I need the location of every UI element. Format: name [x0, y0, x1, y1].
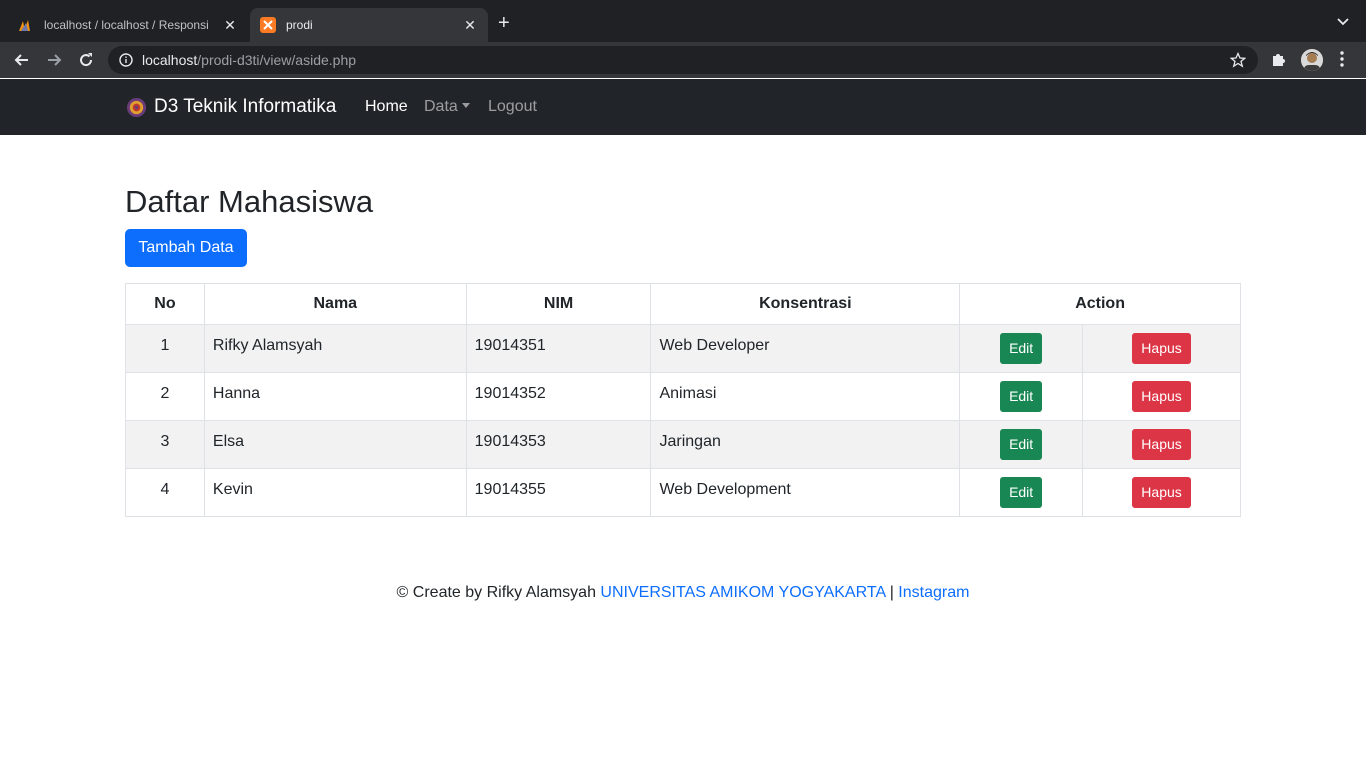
back-arrow-icon[interactable]	[12, 50, 32, 70]
cell-edit: Edit	[959, 324, 1084, 373]
add-data-button[interactable]: Tambah Data	[125, 229, 247, 267]
cell-nim: 19014355	[465, 468, 652, 517]
cell-delete: Hapus	[1082, 420, 1241, 469]
nav-data-label: Data	[424, 98, 458, 115]
cell-nim: 19014353	[465, 420, 652, 469]
delete-button[interactable]: Hapus	[1132, 381, 1191, 412]
new-tab-icon[interactable]: +	[498, 13, 510, 33]
cell-nama: Elsa	[203, 420, 467, 469]
edit-button[interactable]: Edit	[1000, 429, 1043, 460]
cell-nim: 19014351	[465, 324, 652, 373]
cell-no: 4	[125, 468, 205, 517]
cell-nim: 19014352	[465, 372, 652, 421]
forward-arrow-icon[interactable]	[44, 50, 64, 70]
profile-avatar[interactable]	[1301, 49, 1323, 71]
phpmyadmin-favicon-icon	[19, 20, 30, 31]
profile-avatar-icon	[1301, 49, 1323, 71]
tab-title: localhost / localhost / Responsi	[44, 18, 209, 32]
cell-nama: Kevin	[203, 468, 467, 517]
address-bar[interactable]: localhost/prodi-d3ti/view/aside.php	[108, 46, 1258, 74]
page-title: Daftar Mahasiswa	[125, 184, 374, 219]
cell-konsentrasi: Jaringan	[650, 420, 961, 469]
header-action: Action	[959, 283, 1241, 325]
site-info-icon[interactable]	[119, 53, 133, 67]
extensions-puzzle-icon[interactable]	[1271, 51, 1287, 67]
cell-delete: Hapus	[1082, 324, 1241, 373]
cell-konsentrasi: Web Development	[650, 468, 961, 517]
table-row: 4 Kevin 19014355 Web Development Edit Ha…	[125, 468, 1241, 517]
header-konsentrasi: Konsentrasi	[650, 283, 961, 325]
xampp-favicon-icon	[260, 17, 276, 33]
browser-tab-prodi[interactable]: prodi ✕	[250, 8, 488, 42]
table-row: 3 Elsa 19014353 Jaringan Edit Hapus	[125, 420, 1241, 469]
cell-nama: Hanna	[203, 372, 467, 421]
cell-edit: Edit	[959, 468, 1084, 517]
nav-home-link[interactable]: Home	[365, 98, 408, 116]
delete-button[interactable]: Hapus	[1132, 429, 1191, 460]
students-table: No Nama NIM Konsentrasi Action 1 Rifky A…	[125, 283, 1241, 517]
instagram-link[interactable]: Instagram	[898, 584, 969, 601]
edit-button[interactable]: Edit	[1000, 333, 1043, 364]
url-text: localhost/prodi-d3ti/view/aside.php	[142, 52, 356, 68]
table-header-row: No Nama NIM Konsentrasi Action	[125, 283, 1241, 325]
browser-toolbar: localhost/prodi-d3ti/view/aside.php	[0, 42, 1366, 78]
close-tab-icon[interactable]: ✕	[462, 17, 478, 34]
edit-button[interactable]: Edit	[1000, 381, 1043, 412]
cell-delete: Hapus	[1082, 372, 1241, 421]
cell-no: 1	[125, 324, 205, 373]
nav-logout-link[interactable]: Logout	[488, 98, 537, 116]
navbar-brand[interactable]: D3 Teknik Informatika	[126, 96, 336, 118]
edit-button[interactable]: Edit	[1000, 477, 1043, 508]
delete-button[interactable]: Hapus	[1132, 333, 1191, 364]
footer-credit: © Create by Rifky Alamsyah	[396, 584, 596, 601]
brand-name: D3 Teknik Informatika	[154, 96, 337, 117]
cell-nama: Rifky Alamsyah	[203, 324, 467, 373]
table-row: 1 Rifky Alamsyah 19014351 Web Developer …	[125, 324, 1241, 373]
delete-button[interactable]: Hapus	[1132, 477, 1191, 508]
url-path: /prodi-d3ti/view/aside.php	[197, 52, 357, 68]
cell-edit: Edit	[959, 372, 1084, 421]
bookmark-star-icon[interactable]	[1230, 52, 1246, 68]
cell-edit: Edit	[959, 420, 1084, 469]
header-nim: NIM	[465, 283, 652, 325]
tab-search-chevron-icon[interactable]	[1336, 14, 1350, 28]
page-footer: © Create by Rifky Alamsyah UNIVERSITAS A…	[0, 584, 1366, 602]
caret-down-icon	[461, 103, 470, 108]
tab-title: prodi	[286, 18, 313, 32]
university-logo-icon	[126, 97, 147, 117]
browser-tab-phpmyadmin[interactable]: localhost / localhost / Responsi ✕	[8, 8, 248, 42]
cell-konsentrasi: Web Developer	[650, 324, 961, 373]
cell-konsentrasi: Animasi	[650, 372, 961, 421]
table-row: 2 Hanna 19014352 Animasi Edit Hapus	[125, 372, 1241, 421]
reload-icon[interactable]	[76, 50, 96, 70]
header-no: No	[125, 283, 205, 325]
cell-delete: Hapus	[1082, 468, 1241, 517]
close-tab-icon[interactable]: ✕	[222, 17, 238, 34]
cell-no: 3	[125, 420, 205, 469]
browser-menu-icon[interactable]	[1340, 51, 1344, 67]
cell-no: 2	[125, 372, 205, 421]
nav-data-dropdown[interactable]: Data	[424, 98, 470, 116]
url-host: localhost	[142, 52, 198, 68]
footer-separator: |	[889, 584, 894, 601]
site-navbar: D3 Teknik Informatika Home Data Logout	[0, 79, 1366, 135]
university-link[interactable]: UNIVERSITAS AMIKOM YOGYAKARTA	[600, 584, 885, 601]
browser-tab-bar: localhost / localhost / Responsi ✕ prodi…	[0, 0, 1366, 42]
header-nama: Nama	[203, 283, 467, 325]
